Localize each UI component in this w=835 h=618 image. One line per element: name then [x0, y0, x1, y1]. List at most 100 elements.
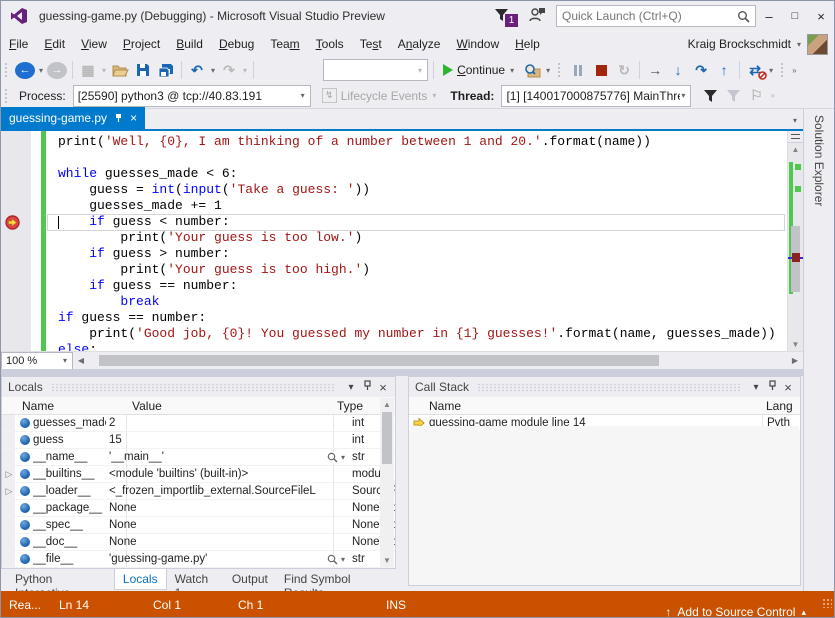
- debugbar-overflow-icon[interactable]: »: [769, 91, 775, 100]
- add-to-source-control-button[interactable]: ↑ Add to Source Control ▴: [665, 598, 806, 618]
- menu-edit[interactable]: Edit: [36, 33, 73, 55]
- tool-tab-locals[interactable]: Locals: [114, 569, 167, 590]
- locals-row[interactable]: __package__NoneNoneTyp: [2, 500, 395, 517]
- quick-launch-box[interactable]: [556, 5, 756, 27]
- scroll-up-icon[interactable]: ▲: [788, 143, 803, 156]
- horizontal-splitter[interactable]: [1, 369, 803, 376]
- configuration-combo[interactable]: ▾: [323, 59, 428, 81]
- hscroll-left-icon[interactable]: ◀: [73, 356, 89, 365]
- breakpoint-current-statement-icon[interactable]: [5, 215, 20, 230]
- maximize-button[interactable]: □: [782, 10, 808, 22]
- code-line[interactable]: [58, 150, 803, 166]
- account-avatar[interactable]: [807, 34, 828, 55]
- menu-help[interactable]: Help: [507, 33, 548, 55]
- locals-col-name[interactable]: Name: [22, 399, 54, 413]
- minimize-button[interactable]: –: [756, 9, 782, 24]
- text-visualizer-button[interactable]: ▾: [325, 452, 346, 463]
- menu-debug[interactable]: Debug: [211, 33, 262, 55]
- code-line[interactable]: print('Your guess is too low.'): [58, 230, 803, 246]
- code-line[interactable]: guess = int(input('Take a guess: ')): [58, 182, 803, 198]
- scroll-down-icon[interactable]: ▼: [788, 338, 803, 351]
- code-line[interactable]: else:: [58, 342, 803, 351]
- locals-col-type[interactable]: Type: [337, 399, 363, 413]
- lifecycle-events-button[interactable]: ↯ Lifecycle Events ▾: [322, 88, 438, 103]
- locals-row[interactable]: __name__'__main__'▾str: [2, 449, 395, 466]
- document-list-caret-icon[interactable]: ▾: [793, 116, 797, 125]
- stop-button[interactable]: [591, 59, 611, 81]
- navigate-forward-button[interactable]: →: [47, 62, 67, 79]
- editor-horizontal-scrollbar[interactable]: [89, 352, 787, 369]
- open-file-button[interactable]: [110, 59, 130, 81]
- locals-title-bar[interactable]: Locals ▾ ×: [2, 377, 395, 397]
- menu-project[interactable]: Project: [115, 33, 168, 55]
- show-next-statement-button[interactable]: →: [645, 59, 665, 81]
- clear-filter-button[interactable]: [723, 85, 743, 107]
- debug-target-caret-icon[interactable]: ▾: [545, 66, 551, 75]
- code-editor[interactable]: print('Well, {0}, I am thinking of a num…: [1, 131, 803, 351]
- locals-close-icon[interactable]: ×: [375, 380, 391, 395]
- locals-row[interactable]: ▷__builtins__<module 'builtins' (built-i…: [2, 466, 395, 483]
- thread-combo[interactable]: [1] [140017000875776] MainThread ▾: [501, 85, 691, 107]
- locals-window-menu-icon[interactable]: ▾: [343, 382, 359, 393]
- expander-icon[interactable]: ▷: [2, 486, 16, 497]
- redo-button[interactable]: ↷: [219, 59, 239, 81]
- locals-row[interactable]: ▷__loader__<_frozen_importlib_external.S…: [2, 483, 395, 500]
- tool-tab-output[interactable]: Output: [224, 569, 276, 589]
- account-name[interactable]: Kraig Brockschmidt: [688, 37, 791, 51]
- save-button[interactable]: [133, 59, 153, 81]
- text-visualizer-button[interactable]: ▾: [325, 554, 346, 565]
- new-project-caret-icon[interactable]: ▾: [101, 66, 107, 75]
- close-button[interactable]: ×: [808, 9, 834, 24]
- undo-caret-icon[interactable]: ▾: [210, 66, 216, 75]
- toolbar-grip[interactable]: [4, 62, 9, 78]
- visualizer-caret-icon[interactable]: ▾: [340, 555, 346, 564]
- code-line[interactable]: if guess == number:: [58, 310, 803, 326]
- callstack-col-name[interactable]: Name: [429, 399, 461, 413]
- menu-build[interactable]: Build: [168, 33, 211, 55]
- callstack-close-icon[interactable]: ×: [780, 380, 796, 395]
- resize-grip[interactable]: [822, 598, 832, 608]
- account-caret-icon[interactable]: ▾: [796, 40, 802, 49]
- hscroll-thumb[interactable]: [99, 355, 659, 366]
- pause-button[interactable]: [568, 59, 588, 81]
- code-line[interactable]: break: [58, 294, 803, 310]
- solution-explorer-tab[interactable]: Solution Explorer: [812, 115, 826, 206]
- step-out-button[interactable]: ↑: [714, 59, 734, 81]
- locals-row[interactable]: __spec__NoneNoneTyp: [2, 517, 395, 534]
- save-all-button[interactable]: [156, 59, 176, 81]
- hscroll-right-icon[interactable]: ▶: [787, 356, 803, 365]
- flag-threads-button[interactable]: ⚐: [746, 85, 766, 107]
- locals-scroll-up-icon[interactable]: ▲: [380, 398, 394, 409]
- expander-icon[interactable]: ▷: [2, 469, 16, 480]
- restart-button[interactable]: ↻: [614, 59, 634, 81]
- continue-button[interactable]: Continue ▾: [439, 63, 519, 77]
- toolbar-grip[interactable]: [4, 88, 9, 104]
- locals-scroll-down-icon[interactable]: ▼: [380, 556, 394, 565]
- menu-file[interactable]: File: [1, 33, 36, 55]
- code-line[interactable]: while guesses_made < 6:: [58, 166, 803, 182]
- locals-row[interactable]: guess15int: [2, 432, 395, 449]
- toolbar-overflow-icon[interactable]: »: [791, 66, 797, 75]
- redo-caret-icon[interactable]: ▾: [242, 66, 248, 75]
- thread-filter-button[interactable]: [700, 85, 720, 107]
- code-line[interactable]: if guess == number:: [58, 278, 803, 294]
- navigate-back-caret-icon[interactable]: ▾: [38, 66, 44, 75]
- step-over-button[interactable]: ↷: [691, 59, 711, 81]
- process-combo[interactable]: [25590] python3 @ tcp://40.83.191 ▾: [73, 85, 311, 107]
- locals-scroll-thumb[interactable]: [382, 412, 392, 464]
- editor-splitter-handle[interactable]: [788, 131, 803, 143]
- menu-view[interactable]: View: [73, 33, 115, 55]
- locals-col-value[interactable]: Value: [132, 399, 162, 413]
- callstack-pin-icon[interactable]: [764, 380, 780, 394]
- toolbar-grip[interactable]: [557, 62, 562, 78]
- notification-badge[interactable]: 1: [505, 14, 518, 27]
- notifications-button[interactable]: 1: [494, 8, 509, 25]
- scrollbar-track[interactable]: [788, 156, 803, 324]
- code-line[interactable]: if guess < number:: [58, 214, 803, 230]
- undo-button[interactable]: ↶: [187, 59, 207, 81]
- pin-icon[interactable]: [114, 113, 123, 123]
- locals-scrollbar[interactable]: ▲ ▼: [380, 398, 394, 567]
- visualizer-caret-icon[interactable]: ▾: [340, 453, 346, 462]
- locals-row[interactable]: guesses_made2int: [2, 415, 395, 432]
- tab-close-icon[interactable]: ×: [130, 111, 137, 125]
